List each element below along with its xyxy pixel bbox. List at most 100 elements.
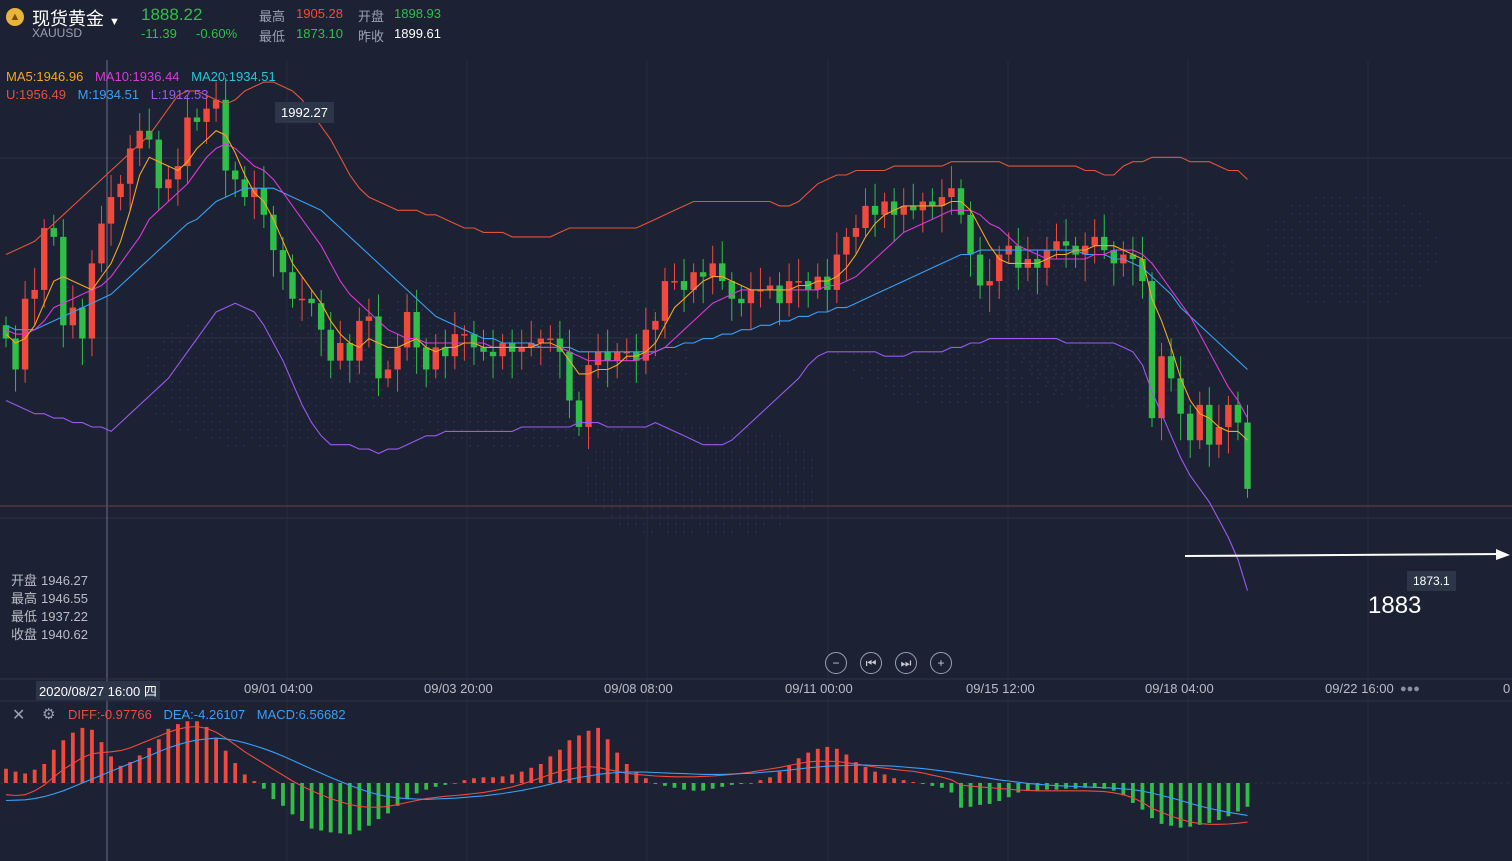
candle-body <box>766 285 774 290</box>
map-dot <box>980 360 984 364</box>
map-dot <box>1014 268 1018 272</box>
ohlc-open-value: 1946.27 <box>41 573 89 588</box>
map-dot <box>338 404 342 408</box>
map-dot <box>572 276 576 280</box>
map-dot <box>1306 212 1310 216</box>
map-dot <box>1330 244 1334 248</box>
map-dot <box>706 474 710 478</box>
map-dot <box>706 482 710 486</box>
map-dot <box>532 308 536 312</box>
map-dot <box>460 412 464 416</box>
map-dot <box>1174 388 1178 392</box>
map-dot <box>1038 300 1042 304</box>
map-dot <box>988 400 992 404</box>
map-dot <box>290 340 294 344</box>
map-dot <box>1142 300 1146 304</box>
map-dot <box>586 482 590 486</box>
macd-histogram-bar <box>1140 783 1145 810</box>
map-dot <box>388 316 392 320</box>
map-dot <box>1266 252 1270 256</box>
zoom-in-button[interactable]: + <box>930 652 952 674</box>
map-dot <box>1102 372 1106 376</box>
map-dot <box>738 498 742 502</box>
map-dot <box>1394 268 1398 272</box>
map-dot <box>388 340 392 344</box>
map-dot <box>476 412 480 416</box>
map-dot <box>908 280 912 284</box>
map-dot <box>1126 356 1130 360</box>
map-dot <box>924 360 928 364</box>
map-dot <box>1174 228 1178 232</box>
map-dot <box>194 324 198 328</box>
map-dot <box>1362 236 1366 240</box>
map-dot <box>1052 264 1056 268</box>
map-dot <box>1190 372 1194 376</box>
macd-histogram-bar <box>281 783 285 806</box>
map-dot <box>444 380 448 384</box>
map-dot <box>604 396 608 400</box>
map-dot <box>876 368 880 372</box>
map-dot <box>1022 340 1026 344</box>
map-dot <box>250 332 254 336</box>
ohlc-low-value: 1937.22 <box>41 609 89 624</box>
map-dot <box>564 276 568 280</box>
map-dot <box>612 308 616 312</box>
macd-histogram-bar <box>204 726 209 783</box>
map-dot <box>1118 380 1122 384</box>
map-dot <box>1118 300 1122 304</box>
map-dot <box>1222 244 1226 248</box>
map-dot <box>628 316 632 320</box>
map-dot <box>412 428 416 432</box>
map-dot <box>714 498 718 502</box>
map-dot <box>602 482 606 486</box>
map-dot <box>626 522 630 526</box>
map-dot <box>290 356 294 360</box>
macd-histogram-bar <box>815 748 820 783</box>
close-icon[interactable]: ✕ <box>12 705 25 725</box>
map-dot <box>1084 280 1088 284</box>
scroll-end-button[interactable]: ⏭ <box>895 652 917 674</box>
map-dot <box>258 436 262 440</box>
map-dot <box>476 308 480 312</box>
settings-gear-icon[interactable]: ⚙ <box>42 705 55 723</box>
map-dot <box>484 412 488 416</box>
map-dot <box>556 380 560 384</box>
map-dot <box>548 396 552 400</box>
map-dot <box>674 522 678 526</box>
map-dot <box>1126 308 1130 312</box>
map-dot <box>1060 296 1064 300</box>
map-dot <box>1110 228 1114 232</box>
map-dot <box>730 514 734 518</box>
map-dot <box>492 380 496 384</box>
map-dot <box>396 412 400 416</box>
map-dot <box>876 280 880 284</box>
map-dot <box>1126 284 1130 288</box>
map-dot <box>666 522 670 526</box>
map-dot <box>1134 228 1138 232</box>
map-dot <box>932 392 936 396</box>
macd-histogram-bar <box>300 783 304 821</box>
map-dot <box>1060 384 1064 388</box>
map-dot <box>1230 332 1234 336</box>
chevron-down-icon[interactable]: ▼ <box>109 16 120 28</box>
map-dot <box>234 412 238 416</box>
open-value: 1898.93 <box>394 6 441 21</box>
map-dot <box>596 380 600 384</box>
map-dot <box>1126 364 1130 368</box>
candle-body <box>709 263 716 277</box>
map-dot <box>234 436 238 440</box>
zoom-out-button[interactable]: − <box>825 652 847 674</box>
map-dot <box>580 316 584 320</box>
map-dot <box>564 292 568 296</box>
candle-body <box>480 347 487 352</box>
scroll-start-button[interactable]: ⏮ <box>860 652 882 674</box>
map-dot <box>1078 220 1082 224</box>
map-dot <box>298 316 302 320</box>
map-dot <box>660 356 664 360</box>
map-dot <box>1206 308 1210 312</box>
map-dot <box>210 436 214 440</box>
map-dot <box>564 428 568 432</box>
map-dot <box>1362 284 1366 288</box>
map-dot <box>492 324 496 328</box>
map-dot <box>170 396 174 400</box>
